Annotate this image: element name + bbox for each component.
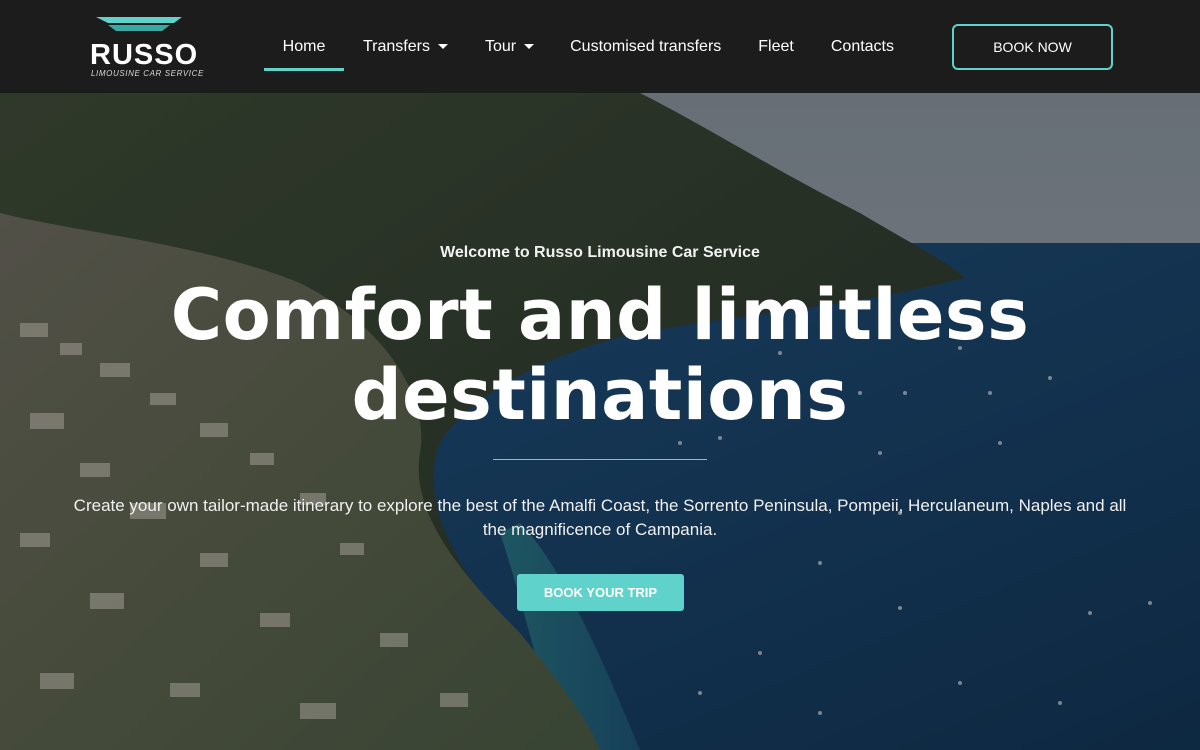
hero-subtext: Create your own tailor-made itinerary to… [73, 496, 1127, 539]
brand-tagline: Limousine Car Service [91, 69, 204, 78]
nav-item-label: Tour [484, 37, 517, 55]
hero-divider [493, 459, 707, 460]
hero-headline-line-1: Comfort and limitless [170, 274, 1030, 356]
nav-item-customised-transfers[interactable]: Customised transfers [570, 0, 721, 93]
book-now-button[interactable]: BOOK NOW [952, 24, 1113, 70]
nav-item-tour[interactable]: Tour [484, 0, 535, 93]
caret-down-icon [524, 44, 535, 49]
nav-item-label: Fleet [758, 37, 794, 55]
hero-section: Welcome to Russo Limousine Car Service C… [0, 93, 1200, 750]
nav-item-contacts[interactable]: Contacts [831, 0, 894, 93]
nav-item-home[interactable]: Home [264, 0, 344, 93]
nav-item-label: Contacts [830, 37, 894, 55]
nav-item-transfers[interactable]: Transfers [363, 0, 448, 93]
nav-item-fleet[interactable]: Fleet [758, 0, 794, 93]
logo-mark-icon [96, 17, 182, 31]
main-nav: Home Transfers Tour Customised transfers… [264, 0, 894, 93]
book-your-trip-button[interactable]: BOOK YOUR TRIP [517, 574, 684, 611]
nav-item-label: Home [282, 37, 326, 55]
site-header: RUSSO Limousine Car Service Home Transfe… [0, 0, 1200, 93]
nav-item-label: Customised transfers [570, 37, 722, 55]
hero-headline: Comfort and limitless destinations [0, 275, 1200, 435]
brand-logo[interactable]: RUSSO Limousine Car Service [90, 17, 203, 79]
nav-item-label: Transfers [363, 37, 430, 55]
hero-welcome-text: Welcome to Russo Limousine Car Service [440, 244, 760, 261]
caret-down-icon [437, 44, 448, 49]
brand-name: RUSSO [90, 39, 199, 71]
hero-headline-line-2: destinations [351, 354, 849, 436]
